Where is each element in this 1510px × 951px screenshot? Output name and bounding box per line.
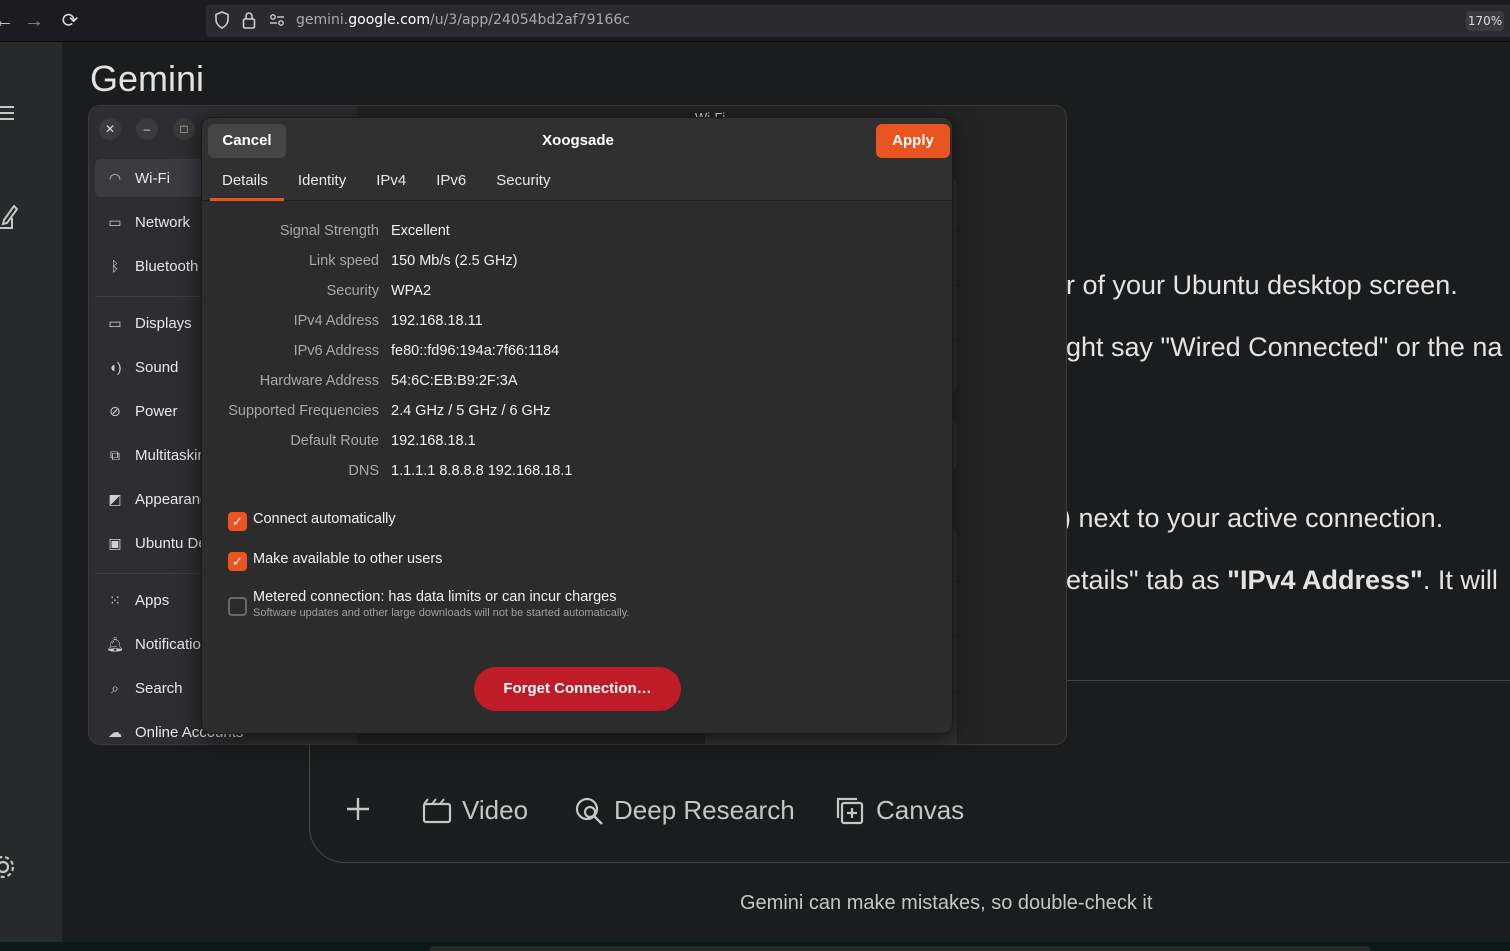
browser-toolbar: ← → ⟳ gemini.google.com/u/3/app/24054bd2… (0, 0, 1510, 42)
wifi-icon: ◠ (108, 169, 122, 186)
detail-label: Default Route (290, 433, 379, 449)
dialog-title: Xoogsade (542, 132, 614, 149)
bell-icon: 🔔︎ (106, 635, 124, 652)
detail-value: 192.168.18.11 (391, 313, 483, 329)
shield-icon[interactable] (214, 11, 230, 29)
detail-row: DNS 1.1.1.1 8.8.8.8 192.168.18.1 (202, 463, 952, 485)
tab-ipv4[interactable]: IPv4 (362, 168, 422, 201)
checkmark-icon[interactable]: ✓ (228, 552, 247, 571)
back-arrow-icon[interactable]: ← (0, 9, 16, 33)
canvas-tool-label: Canvas (876, 795, 965, 825)
permissions-icon[interactable] (268, 11, 286, 29)
tab-ipv6[interactable]: IPv6 (422, 168, 482, 201)
detail-value: WPA2 (391, 283, 432, 299)
detail-row: IPv4 Address 192.168.18.11 (202, 313, 952, 335)
canvas-tool-button[interactable]: Canvas (836, 795, 964, 826)
apply-button[interactable]: Apply (876, 124, 950, 158)
bluetooth-icon: ᛒ (110, 258, 120, 274)
detail-value: 1.1.1.1 8.8.8.8 192.168.18.1 (391, 463, 573, 479)
detail-row: Security WPA2 (202, 283, 952, 305)
multitasking-icon: ⧉ (110, 446, 120, 463)
detail-value: 54:6C:EB:B9:2F:3A (391, 373, 518, 389)
empty-checkbox-icon[interactable] (228, 597, 247, 616)
detail-label: IPv6 Address (293, 343, 379, 359)
reload-icon[interactable]: ⟳ (58, 9, 82, 33)
minimize-icon[interactable]: – (136, 118, 158, 140)
desktop-bottom-strip (0, 942, 1510, 951)
detail-label: Hardware Address (259, 373, 379, 389)
display-icon: ▭ (108, 314, 122, 331)
address-bar[interactable]: gemini.google.com/u/3/app/24054bd2af7916… (206, 5, 1510, 37)
checkmark-icon[interactable]: ✓ (228, 512, 247, 531)
detail-value: 2.4 GHz / 5 GHz / 6 GHz (391, 403, 551, 419)
detail-row: Signal Strength Excellent (202, 223, 952, 245)
available-to-other-users-checkbox[interactable]: ✓ Make available to other users (228, 551, 442, 571)
dialog-header: Cancel Xoogsade Apply Details Identity I… (202, 118, 952, 201)
gemini-title: Gemini (90, 58, 205, 99)
ubuntu-desktop-icon: ▣ (108, 534, 122, 551)
deep-research-tool-button[interactable]: Deep Research (574, 795, 795, 826)
tab-identity[interactable]: Identity (284, 168, 362, 201)
detail-value: fe80::fd96:194a:7f66:1184 (391, 343, 560, 359)
detail-value: 192.168.18.1 (391, 433, 476, 449)
forward-arrow-icon[interactable]: → (22, 9, 46, 33)
tab-details[interactable]: Details (208, 168, 284, 201)
detail-label: Security (326, 283, 379, 299)
gemini-disclaimer: Gemini can make mistakes, so double-chec… (740, 892, 1153, 914)
new-chat-icon[interactable] (0, 202, 18, 230)
close-icon[interactable]: ✕ (99, 118, 121, 140)
detail-row: IPv6 Address fe80::fd96:194a:7f66:1184 (202, 343, 952, 365)
search-icon: ⌕ (111, 679, 119, 696)
detail-value: Excellent (391, 223, 450, 239)
zoom-level-badge[interactable]: 170% (1466, 11, 1504, 31)
menu-icon[interactable] (0, 102, 14, 124)
forget-connection-button[interactable]: Forget Connection… (474, 667, 681, 711)
sound-icon: ◖) (108, 359, 122, 375)
power-icon: ⊘ (109, 402, 121, 419)
video-tool-label: Video (462, 795, 529, 825)
detail-row: Supported Frequencies 2.4 GHz / 5 GHz / … (202, 403, 952, 425)
chat-text-line-3: ) next to your active connection. (1062, 503, 1444, 533)
chat-text-line-1: r of your Ubuntu desktop screen. (1066, 270, 1458, 300)
add-button[interactable] (344, 795, 372, 823)
connection-dialog: Cancel Xoogsade Apply Details Identity I… (201, 117, 953, 734)
detail-value: 150 Mb/s (2.5 GHz) (391, 253, 518, 269)
deep-research-icon (575, 797, 603, 825)
dialog-tabs: Details Identity IPv4 IPv6 Security (208, 168, 566, 201)
metered-connection-checkbox[interactable]: Metered connection: has data limits or c… (228, 589, 629, 619)
video-tool-button[interactable]: Video (422, 795, 528, 826)
metered-hint: Software updates and other large downloa… (253, 607, 630, 619)
appearance-icon: ◩ (108, 490, 122, 507)
cloud-icon: ☁ (108, 723, 122, 740)
detail-row: Default Route 192.168.18.1 (202, 433, 952, 455)
apps-icon: ⁙ (109, 591, 121, 608)
tab-security[interactable]: Security (482, 168, 566, 201)
url-text[interactable]: gemini.google.com/u/3/app/24054bd2af7916… (296, 12, 630, 28)
chat-text-line-2: ght say "Wired Connected" or the na (1066, 332, 1503, 362)
canvas-icon (836, 797, 864, 824)
video-icon (422, 797, 452, 823)
deep-research-tool-label: Deep Research (614, 795, 795, 825)
connect-automatically-checkbox[interactable]: ✓ Connect automatically (228, 511, 396, 531)
detail-label: Link speed (308, 253, 379, 269)
gemini-side-rail (0, 42, 62, 951)
detail-label: DNS (348, 463, 379, 479)
chat-text-line-4: etails" tab as "IPv4 Address". It will (1066, 565, 1498, 595)
maximize-icon[interactable]: □ (173, 118, 195, 140)
detail-label: IPv4 Address (293, 313, 379, 329)
detail-label: Signal Strength (279, 223, 379, 239)
detail-label: Supported Frequencies (228, 403, 379, 419)
network-icon: ▭ (108, 213, 122, 230)
lock-icon[interactable] (242, 11, 256, 29)
plus-icon (347, 798, 369, 820)
detail-row: Link speed 150 Mb/s (2.5 GHz) (202, 253, 952, 275)
detail-row: Hardware Address 54:6C:EB:B9:2F:3A (202, 373, 952, 395)
settings-gear-icon[interactable] (0, 854, 16, 880)
